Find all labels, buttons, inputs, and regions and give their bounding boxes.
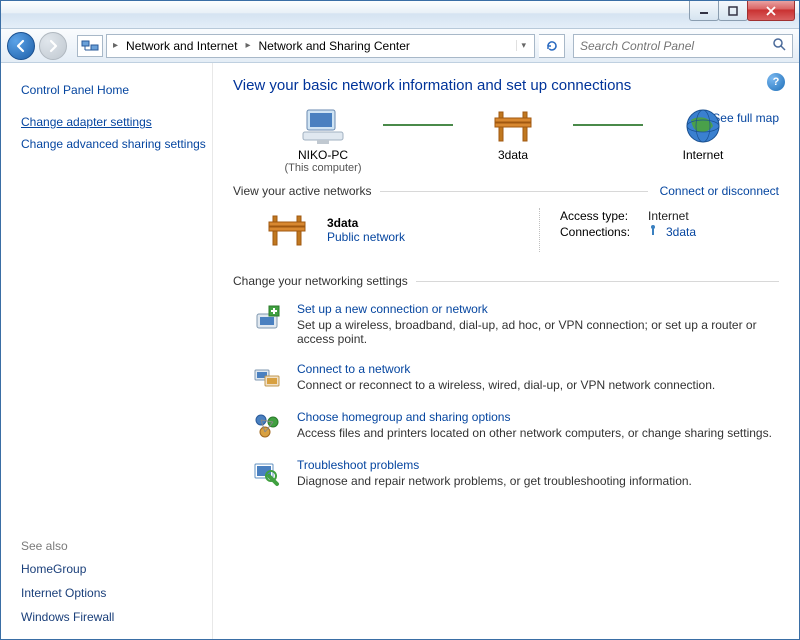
see-also-section: See also HomeGroup Internet Options Wind… xyxy=(21,535,212,629)
access-type-value: Internet xyxy=(648,209,689,223)
homegroup-icon xyxy=(251,410,283,442)
signal-icon xyxy=(648,225,658,240)
settings-item-troubleshoot: Troubleshoot problems Diagnose and repai… xyxy=(233,450,779,498)
window-controls xyxy=(690,1,795,21)
active-network-details: Access type: Internet Connections: 3data xyxy=(539,208,769,252)
bench-icon xyxy=(489,106,537,146)
navbar: ▸ Network and Internet ▸ Network and Sha… xyxy=(1,29,799,63)
active-network-name: 3data xyxy=(327,216,405,230)
settings-item-setup: Set up a new connection or network Set u… xyxy=(233,294,779,354)
seealso-firewall[interactable]: Windows Firewall xyxy=(21,605,212,629)
seealso-internet-options[interactable]: Internet Options xyxy=(21,581,212,605)
node-this-computer[interactable]: NIKO-PC (This computer) xyxy=(263,106,383,174)
seealso-homegroup[interactable]: HomeGroup xyxy=(21,557,212,581)
breadcrumb-item[interactable]: Network and Internet xyxy=(120,37,243,55)
active-networks-label: View your active networks xyxy=(233,184,372,198)
node-label: 3data xyxy=(498,148,528,162)
refresh-button[interactable] xyxy=(539,34,565,58)
connection-link[interactable]: 3data xyxy=(666,225,696,240)
active-networks-header-row: View your active networks Connect or dis… xyxy=(233,184,779,198)
node-internet[interactable]: Internet xyxy=(643,106,763,174)
control-panel-home-link[interactable]: Control Panel Home xyxy=(21,79,212,101)
settings-desc: Diagnose and repair network problems, or… xyxy=(297,474,692,488)
back-button[interactable] xyxy=(7,32,35,60)
change-settings-label: Change your networking settings xyxy=(233,274,408,288)
sidebar-link-adapter[interactable]: Change adapter settings xyxy=(21,111,212,133)
settings-desc: Set up a wireless, broadband, dial-up, a… xyxy=(297,318,779,346)
connect-disconnect-link[interactable]: Connect or disconnect xyxy=(660,184,779,198)
globe-icon xyxy=(679,106,727,146)
settings-title[interactable]: Troubleshoot problems xyxy=(297,458,692,472)
titlebar xyxy=(1,1,799,29)
computer-icon xyxy=(299,106,347,146)
active-network-type-link[interactable]: Public network xyxy=(327,230,405,244)
setup-connection-icon xyxy=(251,302,283,334)
search-icon[interactable] xyxy=(772,37,786,54)
network-map: NIKO-PC (This computer) 3data Inte xyxy=(263,106,779,174)
breadcrumb-item[interactable]: Network and Sharing Center xyxy=(252,37,415,55)
chevron-icon: ▸ xyxy=(243,40,252,51)
location-icon[interactable] xyxy=(77,35,103,57)
node-sublabel: (This computer) xyxy=(284,162,361,174)
help-icon[interactable]: ? xyxy=(767,73,785,91)
minimize-button[interactable] xyxy=(689,1,719,21)
active-network-left: 3data Public network xyxy=(263,208,539,252)
page-title: View your basic network information and … xyxy=(233,77,779,94)
settings-title[interactable]: Set up a new connection or network xyxy=(297,302,779,316)
settings-desc: Connect or reconnect to a wireless, wire… xyxy=(297,378,715,392)
forward-button[interactable] xyxy=(39,32,67,60)
breadcrumb[interactable]: ▸ Network and Internet ▸ Network and Sha… xyxy=(106,34,535,58)
search-input[interactable] xyxy=(580,39,772,53)
breadcrumb-root-arrow[interactable]: ▸ xyxy=(111,40,120,51)
node-label: NIKO-PC xyxy=(298,148,348,162)
settings-title[interactable]: Choose homegroup and sharing options xyxy=(297,410,772,424)
window: ▸ Network and Internet ▸ Network and Sha… xyxy=(0,0,800,640)
body: Control Panel Home Change adapter settin… xyxy=(1,63,799,639)
breadcrumb-dropdown[interactable]: ▾ xyxy=(516,40,530,51)
search-box[interactable] xyxy=(573,34,793,58)
bench-icon xyxy=(263,208,311,252)
troubleshoot-icon xyxy=(251,458,283,490)
maximize-button[interactable] xyxy=(718,1,748,21)
access-type-label: Access type: xyxy=(560,209,640,223)
sidebar-link-sharing[interactable]: Change advanced sharing settings xyxy=(21,133,212,155)
connections-label: Connections: xyxy=(560,225,640,240)
connect-network-icon xyxy=(251,362,283,394)
active-network: 3data Public network Access type: Intern… xyxy=(233,198,779,264)
change-settings-header-row: Change your networking settings xyxy=(233,274,779,288)
settings-item-connect: Connect to a network Connect or reconnec… xyxy=(233,354,779,402)
node-network[interactable]: 3data xyxy=(453,106,573,174)
see-also-header: See also xyxy=(21,535,212,557)
settings-title[interactable]: Connect to a network xyxy=(297,362,715,376)
node-label: Internet xyxy=(683,148,724,162)
settings-desc: Access files and printers located on oth… xyxy=(297,426,772,440)
connector-icon xyxy=(383,124,453,126)
main-content: ? View your basic network information an… xyxy=(213,63,799,639)
connector-icon xyxy=(573,124,643,126)
sidebar: Control Panel Home Change adapter settin… xyxy=(1,63,213,639)
settings-list: Set up a new connection or network Set u… xyxy=(233,294,779,498)
close-button[interactable] xyxy=(747,1,795,21)
settings-item-homegroup: Choose homegroup and sharing options Acc… xyxy=(233,402,779,450)
